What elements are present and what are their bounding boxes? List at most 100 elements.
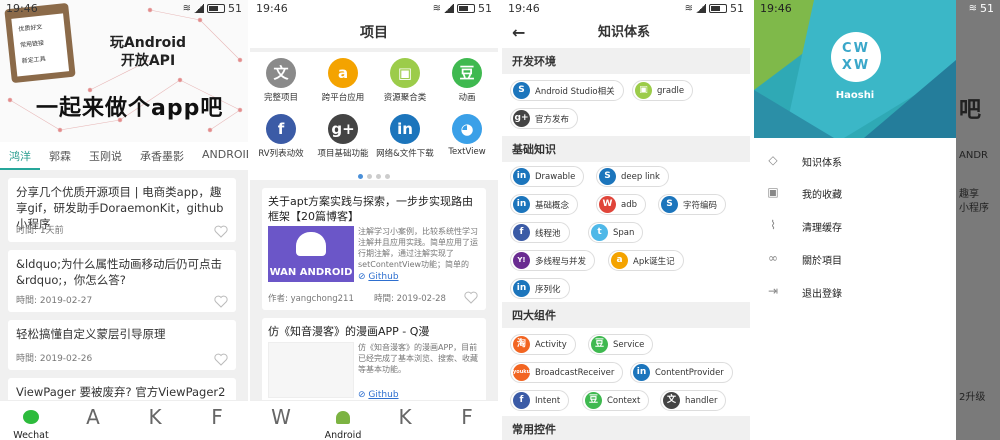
status-bar-right: ≋ 51 [956,0,1000,18]
category-label: 网络&文件下载 [376,149,434,159]
clipboard-item: 新定工具 [21,55,47,65]
like-heart-icon[interactable] [214,353,228,366]
tag-icon: ◇ [768,153,778,167]
article-card[interactable]: &ldquo;为什么属性动画移动后仍可点击&rdquo;，你怎么答? 時間: 2… [8,250,236,312]
chip-icon: in [513,196,530,213]
screen-knowledge-system: 19:46 ≋ 51 ← 知识体系 开发环境 S Android Studio相关… [502,0,750,440]
category-resources[interactable]: ▣ 资源聚合类 [374,58,436,103]
back-arrow-icon[interactable]: ← [512,18,525,48]
chip-label: Drawable [535,171,576,182]
chip-icon: Y! [513,252,530,269]
wifi-icon: ≋ [432,3,441,14]
tab-guolin[interactable]: 郭霖 [40,142,80,170]
battery-icon [207,4,225,13]
article-card[interactable]: 轻松搞懂自定义蒙层引导原理 時間: 2019-02-26 [8,320,236,370]
chip-content-provider[interactable]: in ContentProvider [630,362,733,383]
category-network-download[interactable]: in 网络&文件下载 [374,114,436,159]
background-slogan-fragment: 吧 [959,98,982,123]
chip-broadcast-receiver[interactable]: youku BroadcastReceiver [510,362,624,383]
avatar[interactable]: CWXW [831,32,881,82]
chip-icon: f [513,392,530,409]
category-grid: 文 完整项目 a 跨平台应用 ▣ 资源聚合类 豆 动画 f RV列表动效 g+ … [250,52,498,180]
wifi-icon: ≋ [182,3,191,14]
chip-basic-concepts[interactable]: in 基础概念 [510,194,579,215]
like-heart-icon[interactable] [214,225,228,238]
nav-f[interactable]: F [186,401,248,440]
section-four-components: 四大组件 淘 Activity 豆 Service youku BroadcastRe… [502,304,750,416]
project-card[interactable]: 仿《知音漫客》的漫画APP - Q漫 仿《知音漫客》的漫画APP，目前已经完成了… [262,318,486,404]
status-bar: 19:46 [754,0,956,18]
project-title: 仿《知音漫客》的漫画APP - Q漫 [268,325,430,338]
project-thumbnail: WAN ANDROID [268,226,354,282]
chip-label: Service [613,339,645,350]
background-tab-fragment: ANDR [959,150,988,161]
category-icon: f [266,114,296,144]
chip-thread-pool[interactable]: f 线程池 [510,222,570,243]
category-rv-animation[interactable]: f RV列表动效 [250,114,312,159]
nav-f[interactable]: F [436,401,498,440]
tab-android[interactable]: ANDROID [193,142,248,170]
category-icon: g+ [328,114,358,144]
nav-k[interactable]: K [374,401,436,440]
nav-k[interactable]: K [124,401,186,440]
nav-wechat[interactable]: Wechat [0,401,62,440]
status-icons: ≋ 51 [969,2,994,15]
project-card[interactable]: 关于apt方案实践与探索，一步步实现路由框架【20篇博客】 WAN ANDROI… [262,188,486,310]
chip-gradle[interactable]: ▣ gradle [632,80,694,101]
banner[interactable]: 优质好文 常用链接 新定工具 玩Android 开放API 一起来做个app吧 [0,0,248,142]
category-complete-projects[interactable]: 文 完整项目 [250,58,312,103]
chip-label: Context [607,395,641,406]
github-link[interactable]: ⊘ Github [358,272,399,282]
menu-clear-cache[interactable]: ⌇ 清理缓存 [754,209,956,241]
banner-title: 玩Android 开放API [100,34,196,70]
chip-icon: ▣ [635,82,652,99]
nav-a[interactable]: A [62,401,124,440]
chip-icon: 豆 [585,392,602,409]
chip-adb[interactable]: Wadb [596,194,646,215]
chip-handler[interactable]: 文 handler [660,390,727,411]
banner-title-line1: 玩Android [109,35,187,51]
section-dev-env: 开发环境 S Android Studio相关 ▣ gradle g+ 官方发布 [502,50,750,136]
like-heart-icon[interactable] [464,291,478,304]
chip-span[interactable]: t Span [588,222,644,243]
chip-intent[interactable]: f Intent [510,390,570,411]
chip-icon: W [599,196,616,213]
menu-logout[interactable]: ⇥ 退出登錄 [754,275,956,307]
category-label: 资源聚合类 [383,93,427,103]
navigation-drawer: CWXW Haoshi 19:46 ◇ 知识体系 ▣ 我的收藏 ⌇ 清理缓存 ∞… [754,0,956,440]
github-link[interactable]: ⊘ Github [358,390,399,400]
menu-knowledge-system[interactable]: ◇ 知识体系 [754,144,956,176]
chip-label: 字符编码 [683,200,718,211]
chip-context[interactable]: 豆 Context [582,390,650,411]
chip-activity[interactable]: 淘 Activity [510,334,576,355]
category-animation[interactable]: 豆 动画 [436,58,498,103]
category-label: TextView [448,147,486,157]
chip-concurrency[interactable]: Y! 多线程与并发 [510,250,596,271]
category-cross-platform[interactable]: a 跨平台应用 [312,58,374,103]
menu-my-collection[interactable]: ▣ 我的收藏 [754,176,956,208]
tab-hongyang[interactable]: 鸿洋 [0,142,40,170]
category-label: 跨平台应用 [321,93,365,103]
chip-drawable[interactable]: in Drawable [510,166,585,187]
article-time: 時間: 2019-02-27 [16,296,93,306]
category-basic-features[interactable]: g+ 项目基础功能 [312,114,374,159]
nav-android[interactable]: Android [312,401,374,440]
tab-yugang[interactable]: 玉刚说 [80,142,131,170]
category-textview[interactable]: ◕ TextView [436,114,498,157]
chip-apk-birth[interactable]: a Apk诞生记 [608,250,684,271]
section-basics: 基础知识 in Drawable Sdeep link in 基础概念 Wadb S… [502,138,750,302]
chip-deep-link[interactable]: Sdeep link [596,166,669,187]
nav-w[interactable]: W [250,401,312,440]
article-card[interactable]: 分享几个优质开源项目 | 电商类app，趣享gif，研发助手DoraemonKi… [8,178,236,242]
menu-about[interactable]: ∞ 關於項目 [754,242,956,274]
chip-official-release[interactable]: g+ 官方发布 [510,108,579,129]
like-heart-icon[interactable] [214,295,228,308]
page-dot [376,174,381,179]
github-link-label: Github [368,272,399,282]
chip-service[interactable]: 豆 Service [588,334,654,355]
chip-android-studio[interactable]: S Android Studio相关 [510,80,624,101]
tab-chengxiang[interactable]: 承香墨影 [131,142,193,170]
chip-icon: S [599,168,616,185]
chip-char-encoding[interactable]: S 字符编码 [658,194,727,215]
chip-serialization[interactable]: in 序列化 [510,278,570,299]
